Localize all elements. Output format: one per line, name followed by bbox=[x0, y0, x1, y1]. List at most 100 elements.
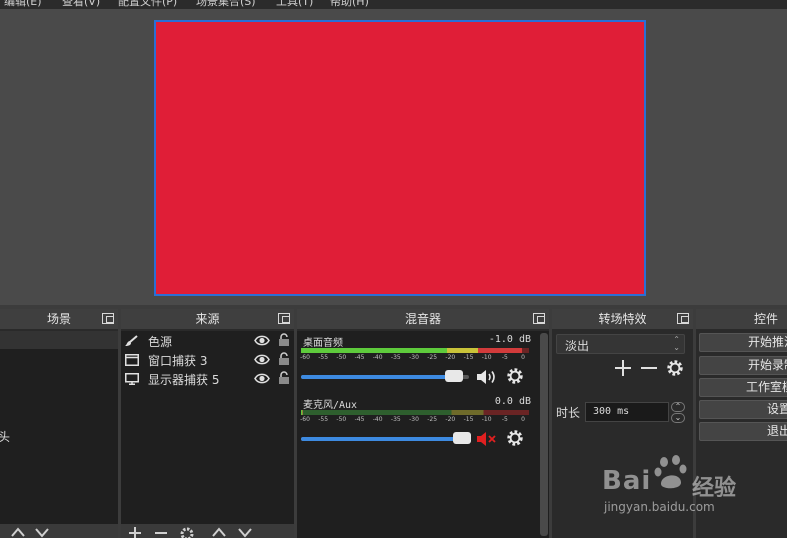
slider-handle[interactable] bbox=[453, 432, 472, 444]
meter-tick-label: -55 bbox=[318, 416, 329, 423]
unlock-icon[interactable] bbox=[278, 333, 290, 347]
source-name: 色源 bbox=[148, 335, 173, 349]
controls-title: 控件 bbox=[696, 309, 787, 329]
start-streaming-button[interactable]: 开始推流 bbox=[699, 333, 787, 352]
transition-select[interactable]: 淡出 ⌃ ⌄ bbox=[556, 334, 685, 354]
menu-edit[interactable]: 编辑(E) bbox=[4, 0, 42, 9]
meter-tick-label: 0 bbox=[521, 416, 525, 423]
meter-tick-label: -25 bbox=[427, 416, 438, 423]
meter-tick-label: -60 bbox=[300, 416, 310, 423]
undock-icon[interactable] bbox=[102, 313, 114, 324]
meter-tick-label: -35 bbox=[390, 416, 401, 423]
remove-source-icon[interactable] bbox=[153, 524, 169, 538]
slider-handle[interactable] bbox=[444, 370, 463, 382]
unlock-icon[interactable] bbox=[278, 352, 290, 366]
meter-tick-label: -20 bbox=[445, 354, 456, 361]
scene-item-label[interactable]: 头 bbox=[0, 428, 10, 445]
eye-icon[interactable] bbox=[254, 373, 270, 384]
gear-icon[interactable] bbox=[506, 429, 524, 447]
menu-view[interactable]: 查看(V) bbox=[62, 0, 100, 9]
meter-tick-label: -15 bbox=[463, 354, 474, 361]
transition-gear-icon[interactable] bbox=[666, 359, 684, 381]
transitions-title: 转场特效 bbox=[552, 309, 693, 329]
meter-tick-label: -60 bbox=[300, 354, 310, 361]
duration-input[interactable]: 300 ms bbox=[585, 402, 669, 422]
watermark-brand-cn: 经验 bbox=[692, 476, 737, 501]
sources-dock: 来源 色源 窗口捕获 3 显示器捕获 5 bbox=[121, 309, 294, 538]
brush-icon bbox=[125, 335, 138, 346]
meter-tick-label: -30 bbox=[409, 354, 419, 361]
mixer-track-desktop-audio: 桌面音频 -1.0 dB -60 -55 -50 -45 -40 -35 -30 -25 -20… bbox=[300, 334, 535, 394]
meter-tick-label: -20 bbox=[445, 416, 456, 423]
exit-button[interactable]: 退出 bbox=[699, 422, 787, 441]
mixer-track-mic-aux: 麦克风/Aux 0.0 dB -60 -55 -50 -45 -40 -35 -30 -25-… bbox=[300, 396, 535, 456]
meter-tick-label: -45 bbox=[354, 416, 365, 423]
source-name: 窗口捕获 3 bbox=[148, 354, 208, 368]
volume-slider[interactable] bbox=[301, 432, 472, 446]
start-recording-button[interactable]: 开始录制 bbox=[699, 356, 787, 375]
spin-down-icon[interactable]: ⌄ bbox=[671, 413, 685, 423]
meter-tick-label: -10 bbox=[481, 354, 492, 361]
source-item[interactable]: 显示器捕获 5 bbox=[123, 370, 292, 389]
menu-scene-collection[interactable]: 场景集合(S) bbox=[196, 0, 256, 9]
window-icon bbox=[125, 354, 139, 366]
meter-scale: -60 -55 -50 -45 -40 -35 -30 -25 -20 -15 -10 -5 0 bbox=[300, 415, 529, 426]
menu-profile[interactable]: 配置文件(P) bbox=[118, 0, 177, 9]
scenes-footer bbox=[0, 524, 118, 538]
meter-tick-label: -40 bbox=[372, 416, 383, 423]
menu-help[interactable]: 帮助(H) bbox=[330, 0, 369, 9]
track-name: 桌面音频 bbox=[303, 338, 343, 349]
meter-tick-label: -40 bbox=[372, 354, 383, 361]
scenes-dock: 场景 头 bbox=[0, 309, 118, 538]
undock-icon[interactable] bbox=[533, 313, 545, 324]
unlock-icon[interactable] bbox=[278, 371, 290, 385]
source-item[interactable]: 色源 bbox=[123, 332, 292, 351]
remove-transition-icon[interactable] bbox=[640, 359, 658, 381]
source-name: 显示器捕获 5 bbox=[148, 373, 220, 387]
studio-mode-button[interactable]: 工作室模式 bbox=[699, 378, 787, 397]
watermark-brand: Bai bbox=[602, 466, 652, 496]
preview-area bbox=[0, 9, 787, 305]
sources-list: 色源 窗口捕获 3 显示器捕获 5 bbox=[121, 331, 294, 524]
duration-label: 时长 bbox=[556, 406, 581, 420]
volume-slider[interactable] bbox=[301, 370, 469, 384]
meter-tick-label: -5 bbox=[501, 354, 508, 361]
menu-tools[interactable]: 工具(T) bbox=[276, 0, 313, 9]
duration-value: 300 ms bbox=[593, 406, 630, 417]
source-item[interactable]: 窗口捕获 3 bbox=[123, 351, 292, 370]
move-up-icon[interactable] bbox=[10, 524, 26, 538]
speaker-muted-icon[interactable] bbox=[475, 429, 499, 449]
settings-button[interactable]: 设置 bbox=[699, 400, 787, 419]
meter-tick-label: 0 bbox=[521, 354, 525, 361]
add-transition-icon[interactable] bbox=[614, 359, 632, 381]
preview-canvas[interactable] bbox=[154, 20, 646, 296]
add-source-icon[interactable] bbox=[127, 524, 143, 538]
eye-icon[interactable] bbox=[254, 335, 270, 346]
move-down-icon[interactable] bbox=[237, 524, 253, 538]
baidu-watermark: Bai 经验 jingyan.baidu.com bbox=[602, 452, 752, 522]
monitor-icon bbox=[125, 373, 139, 385]
undock-icon[interactable] bbox=[278, 313, 290, 324]
spin-up-icon[interactable]: ⌃ bbox=[671, 402, 685, 412]
move-down-icon[interactable] bbox=[34, 524, 50, 538]
scene-item-selected[interactable] bbox=[0, 331, 118, 349]
paw-logo-icon bbox=[654, 455, 687, 489]
meter-tick-label: -35 bbox=[390, 354, 401, 361]
move-up-icon[interactable] bbox=[211, 524, 227, 538]
meter-tick-label: -50 bbox=[336, 416, 347, 423]
meter-tick-label: -10 bbox=[481, 416, 492, 423]
meter-tick-label: -15 bbox=[463, 416, 474, 423]
meter-scale: -60 -55 -50 -45 -40 -35 -30 -25 -20 -15 -10 -5 0 bbox=[300, 353, 529, 364]
speaker-icon[interactable] bbox=[475, 367, 499, 387]
track-db: 0.0 dB bbox=[494, 396, 531, 407]
source-properties-gear-icon[interactable] bbox=[179, 524, 195, 538]
gear-icon[interactable] bbox=[506, 367, 524, 385]
track-name: 麦克风/Aux bbox=[303, 400, 358, 411]
meter-tick-label: -5 bbox=[501, 416, 508, 423]
eye-icon[interactable] bbox=[254, 354, 270, 365]
track-db: -1.0 dB bbox=[488, 334, 531, 345]
meter-tick-label: -25 bbox=[427, 354, 438, 361]
undock-icon[interactable] bbox=[677, 313, 689, 324]
chevron-updown-icon: ⌃ ⌄ bbox=[673, 335, 680, 352]
mixer-scrollbar[interactable] bbox=[540, 333, 548, 536]
